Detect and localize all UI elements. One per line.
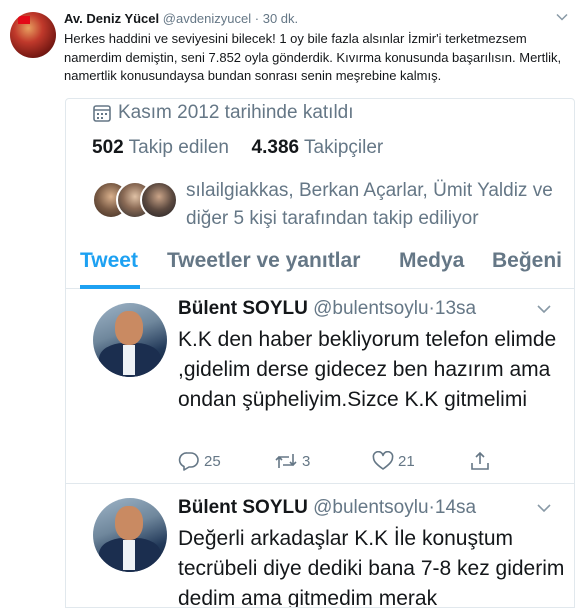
joined-date: Kasım 2012 tarihinde katıldı <box>92 102 354 124</box>
tweet-actions: 25 3 21 <box>178 451 508 475</box>
profile-tabs: Tweet Tweetler ve yanıtlar Medya Beğeni <box>66 241 574 289</box>
author-handle[interactable]: @bulentsoylu <box>313 497 428 518</box>
tweet-header: Bülent SOYLU @bulentsoylu·14sa <box>178 496 476 520</box>
author-name[interactable]: Bülent SOYLU <box>178 497 308 518</box>
tweet-header: Bülent SOYLU @bulentsoylu·13sa <box>178 297 476 321</box>
chevron-down-icon[interactable] <box>536 500 552 516</box>
tweet-text: K.K den haber bekliyorum telefon elimde … <box>178 328 557 411</box>
author-handle[interactable]: @avdenizyucel <box>163 11 251 26</box>
timestamp[interactable]: 14sa <box>435 497 476 518</box>
follower-avatars <box>92 181 182 221</box>
reply-icon <box>178 452 199 471</box>
list-item[interactable]: Bülent SOYLU @bulentsoylu·13sa K.K den h… <box>66 289 574 484</box>
author-handle[interactable]: @bulentsoylu <box>313 298 428 319</box>
joined-label: Kasım 2012 tarihinde katıldı <box>118 102 354 123</box>
share-button[interactable] <box>470 451 494 471</box>
tab-tweets-and-replies[interactable]: Tweetler ve yanıtlar <box>167 249 360 273</box>
timestamp[interactable]: 13sa <box>435 298 476 319</box>
timestamp[interactable]: 30 dk. <box>263 11 298 26</box>
tab-likes[interactable]: Beğeni <box>492 249 562 273</box>
avatar[interactable] <box>93 498 167 572</box>
tweet-header: Av. Deniz Yücel @avdenizyucel · 30 dk. <box>64 10 298 28</box>
separator: · <box>254 11 260 26</box>
reply-button[interactable]: 25 <box>178 451 221 471</box>
list-item[interactable]: Bülent SOYLU @bulentsoylu·14sa Değerli a… <box>66 484 574 608</box>
following-label[interactable]: Takip edilen <box>129 137 229 158</box>
tab-media[interactable]: Medya <box>399 249 464 273</box>
tweet-text: Değerli arkadaşlar K.K İle konuştum tecr… <box>178 527 565 608</box>
profile-card: Kasım 2012 tarihinde katıldı 502 Takip e… <box>65 98 575 608</box>
following-count[interactable]: 502 <box>92 137 124 158</box>
chevron-down-icon[interactable] <box>555 10 569 24</box>
author-name[interactable]: Bülent SOYLU <box>178 298 308 319</box>
like-count: 21 <box>398 452 415 470</box>
share-icon <box>471 451 489 470</box>
retweet-count: 3 <box>302 452 311 470</box>
like-button[interactable]: 21 <box>372 451 415 471</box>
avatar <box>140 181 178 219</box>
reply-count: 25 <box>204 452 221 470</box>
known-followers-text: sılailgiakkas, Berkan Açarlar, Ümit Yald… <box>186 180 553 229</box>
author-name[interactable]: Av. Deniz Yücel <box>64 11 159 26</box>
profile-stats: 502 Takip edilen 4.386 Takipçiler <box>92 137 383 159</box>
outer-tweet[interactable]: Av. Deniz Yücel @avdenizyucel · 30 dk. H… <box>0 0 583 615</box>
tab-tweets[interactable]: Tweet <box>80 249 138 273</box>
chevron-down-icon[interactable] <box>536 301 552 317</box>
avatar[interactable] <box>10 12 56 58</box>
like-icon <box>372 451 394 470</box>
tweet-text: Herkes haddini ve seviyesini bilecek! 1 … <box>64 31 562 83</box>
followers-label[interactable]: Takipçiler <box>304 137 383 158</box>
calendar-icon <box>93 105 111 122</box>
followers-count[interactable]: 4.386 <box>252 137 300 158</box>
avatar[interactable] <box>93 303 167 377</box>
retweet-button[interactable]: 3 <box>274 451 310 471</box>
retweet-icon <box>275 454 297 468</box>
